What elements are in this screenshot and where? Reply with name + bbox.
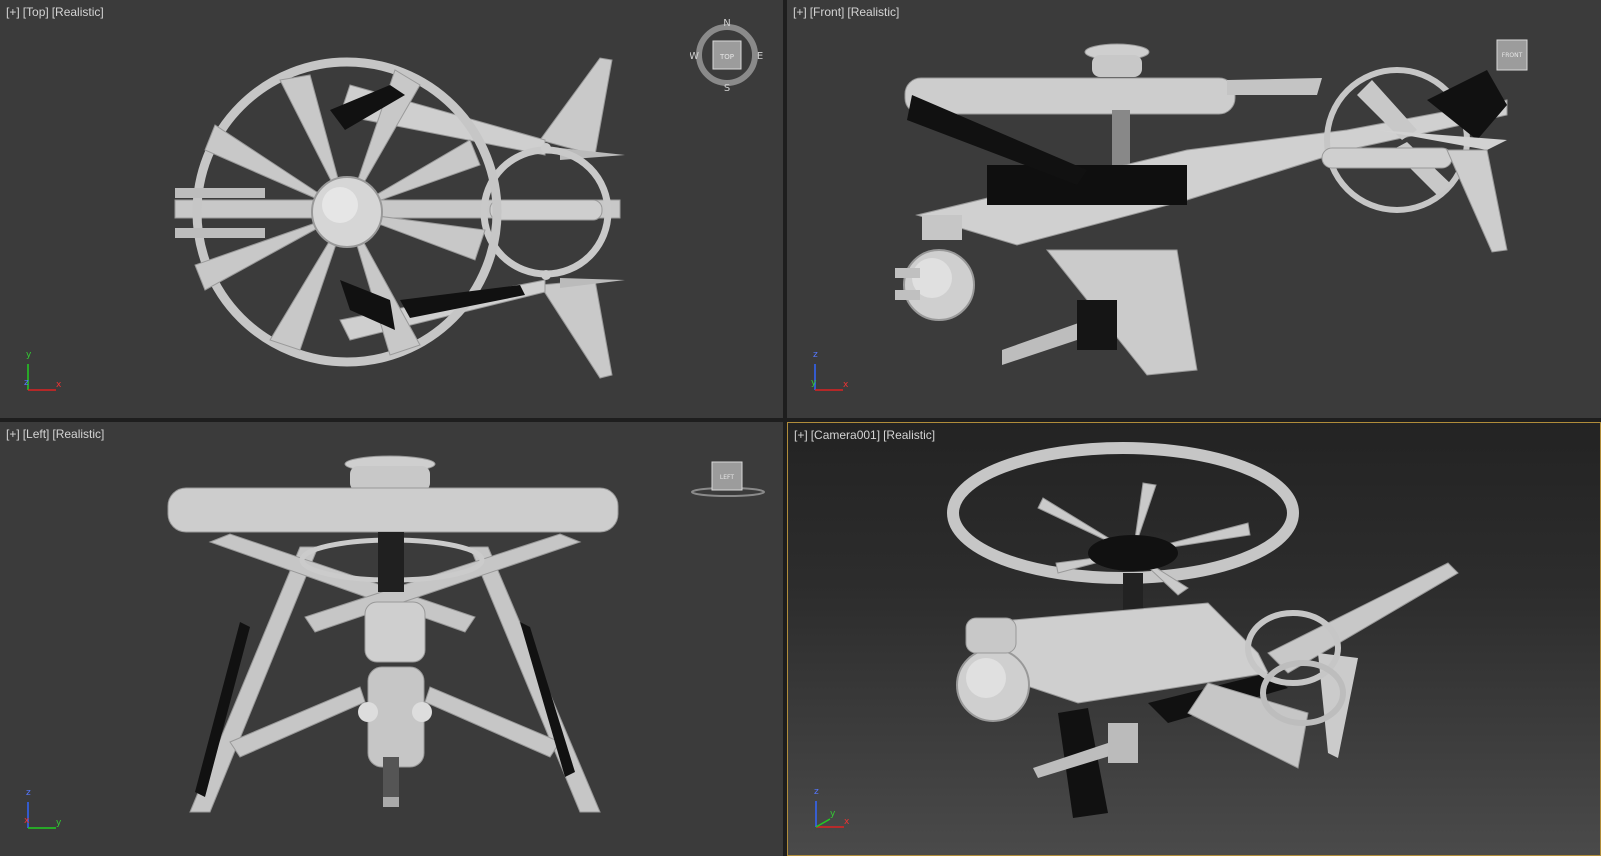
viewport-shading-menu[interactable]: [Realistic] bbox=[52, 5, 104, 19]
compass-viewcube[interactable]: TOP N S E W bbox=[689, 18, 764, 94]
axis-label-h: x bbox=[56, 380, 62, 390]
viewcube-face-left: LEFT bbox=[720, 474, 734, 481]
axis-label-v: y bbox=[26, 350, 32, 360]
compass-north: N bbox=[723, 18, 730, 29]
viewport-shading-menu[interactable]: [Realistic] bbox=[52, 427, 104, 441]
axis-label-h: x bbox=[844, 817, 850, 827]
viewport-menu-plus[interactable]: [+] bbox=[793, 5, 807, 19]
viewport-top[interactable]: TOP N S E W y x z [+] [Top] [Realistic] bbox=[0, 0, 783, 418]
viewport-view-menu[interactable]: [Top] bbox=[23, 5, 49, 19]
viewport-shading-menu[interactable]: [Realistic] bbox=[883, 428, 935, 442]
axis-label-v: z bbox=[813, 350, 818, 360]
viewport-label-top[interactable]: [+] [Top] [Realistic] bbox=[6, 5, 107, 19]
viewport-shading-menu[interactable]: [Realistic] bbox=[847, 5, 899, 19]
axis-tripod-front: z x y bbox=[809, 350, 849, 396]
compass-east: E bbox=[757, 51, 763, 62]
viewcube-left[interactable]: LEFT bbox=[690, 460, 766, 500]
viewcube-front[interactable]: FRONT bbox=[1495, 38, 1529, 72]
axis-label-h: x bbox=[843, 380, 849, 390]
viewport-grid: TOP N S E W y x z [+][Top][Realistic] bbox=[0, 0, 1601, 856]
axis-label-z: z bbox=[24, 378, 29, 388]
axis-tripod-top: y x z bbox=[22, 350, 62, 396]
viewport-front[interactable]: FRONT z x y [+] [Front] [Realistic] bbox=[787, 0, 1601, 418]
viewport-camera001[interactable]: z x y [+] [Camera001] [Realistic] bbox=[787, 422, 1601, 856]
axis-label-v: z bbox=[814, 787, 819, 797]
viewport-menu-plus[interactable]: [+] bbox=[6, 5, 20, 19]
viewcube-face-front: FRONT bbox=[1502, 52, 1523, 59]
viewport-view-menu[interactable]: [Front] bbox=[810, 5, 845, 19]
camera-view-model bbox=[947, 442, 1459, 818]
left-view-model bbox=[167, 455, 619, 813]
axis-tripod-camera: z x y bbox=[810, 787, 850, 833]
axis-label-z: y bbox=[830, 809, 836, 819]
viewport-label-front[interactable]: [+] [Front] [Realistic] bbox=[793, 5, 902, 19]
viewport-menu-plus[interactable]: [+] bbox=[6, 427, 20, 441]
viewport-left[interactable]: LEFT z y x [+] [Left] [Realistic] bbox=[0, 422, 783, 856]
viewport-label-camera[interactable]: [+] [Camera001] [Realistic] bbox=[794, 428, 938, 442]
axis-label-z: y bbox=[811, 378, 817, 388]
viewport-menu-plus[interactable]: [+] bbox=[794, 428, 808, 442]
compass-south: S bbox=[724, 83, 730, 92]
viewcube-face-top: TOP bbox=[719, 53, 734, 61]
top-view-model bbox=[174, 57, 625, 379]
viewport-view-menu[interactable]: [Camera001] bbox=[811, 428, 880, 442]
viewport-view-menu[interactable]: [Left] bbox=[23, 427, 50, 441]
axis-tripod-left: z y x bbox=[22, 788, 62, 834]
viewport-label-left[interactable]: [+] [Left] [Realistic] bbox=[6, 427, 107, 441]
axis-label-h: y bbox=[56, 818, 62, 828]
front-view-model bbox=[895, 43, 1508, 376]
compass-west: W bbox=[690, 51, 699, 62]
axis-label-v: z bbox=[26, 788, 31, 798]
axis-label-z: x bbox=[24, 816, 30, 826]
